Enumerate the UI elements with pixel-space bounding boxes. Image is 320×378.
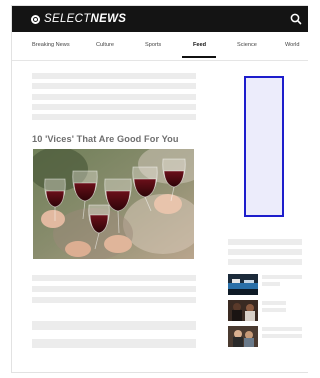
sidebar-text-placeholder bbox=[262, 334, 302, 338]
sidebar-text-placeholder bbox=[262, 275, 302, 279]
article-image[interactable] bbox=[33, 149, 194, 259]
nav-item-world[interactable]: World bbox=[285, 42, 300, 48]
ad-placeholder[interactable] bbox=[244, 76, 284, 217]
video-thumbnail-2-image bbox=[228, 300, 258, 321]
sidebar-text-placeholder bbox=[262, 327, 302, 331]
logo-mark-icon bbox=[31, 14, 40, 24]
nav-item-culture[interactable]: Culture bbox=[96, 42, 114, 48]
text-placeholder bbox=[32, 73, 196, 79]
category-nav: Breaking News Culture Sports Feed Scienc… bbox=[12, 32, 308, 61]
active-tab-indicator bbox=[182, 56, 216, 58]
nav-item-breaking-news[interactable]: Breaking News bbox=[32, 42, 70, 48]
sidebar-text-placeholder bbox=[262, 308, 286, 312]
text-placeholder bbox=[32, 275, 196, 281]
logo-text: SELECTNEWS bbox=[44, 12, 126, 26]
video-thumbnail-3[interactable] bbox=[228, 326, 258, 347]
text-placeholder bbox=[32, 339, 196, 348]
video-thumbnail-2[interactable] bbox=[228, 300, 258, 321]
site-logo[interactable]: SELECTNEWS bbox=[31, 12, 126, 26]
nav-item-sports[interactable]: Sports bbox=[145, 42, 161, 48]
toast-wine-glasses-photo bbox=[33, 149, 194, 259]
text-placeholder bbox=[32, 94, 196, 100]
sidebar-text-placeholder bbox=[228, 239, 302, 245]
sidebar-text-placeholder bbox=[262, 301, 286, 305]
video-thumbnail-1[interactable] bbox=[228, 274, 258, 295]
text-placeholder bbox=[32, 321, 196, 330]
logo-suffix: NEWS bbox=[90, 13, 127, 25]
video-thumbnail-3-image bbox=[228, 326, 258, 347]
text-placeholder bbox=[32, 286, 196, 292]
text-placeholder bbox=[32, 83, 196, 89]
top-bar: SELECTNEWS bbox=[12, 6, 308, 32]
video-thumbnail-1-image bbox=[228, 274, 258, 295]
article-headline[interactable]: 10 'Vices' That Are Good For You bbox=[32, 134, 202, 144]
search-icon bbox=[290, 13, 302, 25]
search-button[interactable] bbox=[289, 12, 303, 26]
logo-prefix: SELECT bbox=[44, 13, 91, 25]
sidebar-text-placeholder bbox=[228, 259, 302, 265]
text-placeholder bbox=[32, 104, 196, 110]
nav-item-feed[interactable]: Feed bbox=[193, 42, 206, 48]
nav-item-science[interactable]: Science bbox=[237, 42, 257, 48]
text-placeholder bbox=[32, 297, 196, 303]
page-frame: SELECTNEWS Breaking News Culture Sports … bbox=[11, 5, 308, 373]
sidebar-text-placeholder bbox=[228, 249, 302, 255]
text-placeholder bbox=[32, 114, 196, 120]
sidebar-text-placeholder bbox=[262, 282, 280, 286]
